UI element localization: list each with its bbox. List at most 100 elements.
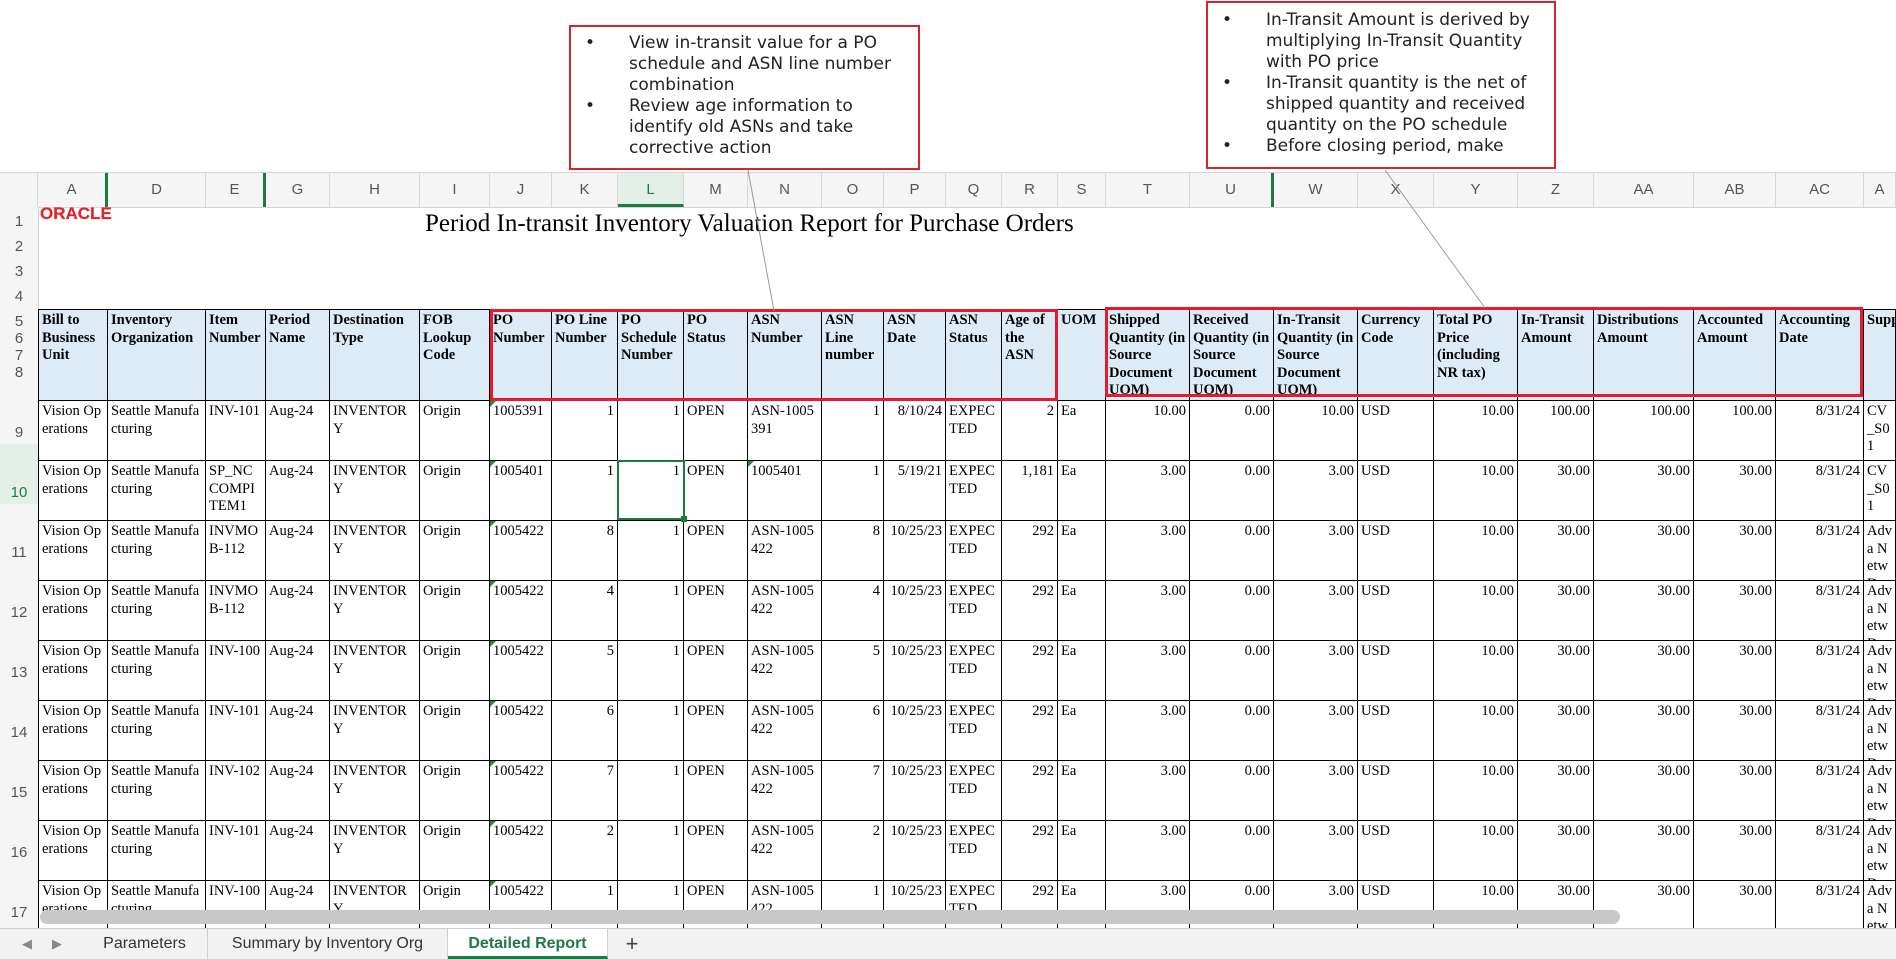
table-cell[interactable]: 3.00 bbox=[1106, 641, 1190, 701]
column-header[interactable]: AB bbox=[1694, 173, 1776, 207]
table-cell[interactable]: OPEN bbox=[684, 401, 748, 461]
table-cell[interactable]: ASN-1005422 bbox=[748, 581, 822, 641]
table-cell[interactable]: ASN-1005422 bbox=[748, 701, 822, 761]
table-cell[interactable]: EXPECTED bbox=[946, 521, 1002, 581]
table-cell[interactable]: 5 bbox=[822, 641, 884, 701]
table-header-cell[interactable]: FOB Lookup Code bbox=[420, 309, 490, 401]
table-cell[interactable]: USD bbox=[1358, 821, 1434, 881]
table-cell[interactable]: 3.00 bbox=[1106, 761, 1190, 821]
table-cell[interactable]: 30.00 bbox=[1594, 821, 1694, 881]
table-cell[interactable]: 6 bbox=[552, 701, 618, 761]
row-header[interactable]: 12 bbox=[0, 564, 38, 624]
table-cell[interactable]: Vision Operations bbox=[38, 641, 108, 701]
table-cell[interactable]: EXPECTED bbox=[946, 461, 1002, 521]
add-sheet-button[interactable]: + bbox=[612, 929, 652, 959]
table-cell[interactable]: 10.00 bbox=[1434, 461, 1518, 521]
table-cell[interactable]: 5/19/21 bbox=[884, 461, 946, 521]
table-cell[interactable]: 30.00 bbox=[1518, 821, 1594, 881]
table-cell[interactable]: 0.00 bbox=[1190, 581, 1274, 641]
table-cell[interactable]: 30.00 bbox=[1694, 701, 1776, 761]
table-cell[interactable]: Ea bbox=[1058, 761, 1106, 821]
table-cell[interactable]: 1005422 bbox=[490, 701, 552, 761]
table-cell[interactable]: ASN-1005422 bbox=[748, 821, 822, 881]
table-header-cell[interactable]: In-Transit Amount bbox=[1518, 309, 1594, 401]
table-cell[interactable]: Aug-24 bbox=[266, 701, 330, 761]
table-cell[interactable]: 10/25/23 bbox=[884, 581, 946, 641]
table-cell[interactable]: 2 bbox=[822, 821, 884, 881]
table-cell[interactable]: Seattle Manufacturing bbox=[108, 521, 206, 581]
table-cell[interactable]: 3.00 bbox=[1106, 461, 1190, 521]
table-header-cell[interactable]: PO Line Number bbox=[552, 309, 618, 401]
table-cell[interactable]: 100.00 bbox=[1594, 401, 1694, 461]
column-header[interactable]: X bbox=[1358, 173, 1434, 207]
table-cell[interactable]: 30.00 bbox=[1694, 461, 1776, 521]
table-cell[interactable]: Origin bbox=[420, 821, 490, 881]
table-cell[interactable]: INVMOB-112 bbox=[206, 581, 266, 641]
column-header[interactable]: N bbox=[748, 173, 822, 207]
table-cell[interactable]: ASN-1005422 bbox=[748, 761, 822, 821]
table-header-cell[interactable]: In-Transit Quantity (in Source Document … bbox=[1274, 309, 1358, 401]
table-cell[interactable]: Aug-24 bbox=[266, 461, 330, 521]
table-cell[interactable]: 3.00 bbox=[1274, 761, 1358, 821]
table-cell[interactable]: Seattle Manufacturing bbox=[108, 401, 206, 461]
table-cell[interactable]: 5 bbox=[552, 641, 618, 701]
tab-summary-by-inventory-org[interactable]: Summary by Inventory Org bbox=[208, 929, 448, 959]
select-all-corner[interactable] bbox=[0, 173, 38, 207]
table-header-cell[interactable]: ASN Status bbox=[946, 309, 1002, 401]
table-cell[interactable]: Aug-24 bbox=[266, 521, 330, 581]
table-cell[interactable]: EXPECTED bbox=[946, 701, 1002, 761]
column-header[interactable]: I bbox=[420, 173, 490, 207]
table-cell[interactable]: 3.00 bbox=[1274, 521, 1358, 581]
row-header[interactable]: 13 bbox=[0, 624, 38, 684]
table-cell[interactable]: Origin bbox=[420, 521, 490, 581]
table-cell[interactable]: OPEN bbox=[684, 761, 748, 821]
table-cell[interactable]: 7 bbox=[822, 761, 884, 821]
table-cell[interactable]: Seattle Manufacturing bbox=[108, 761, 206, 821]
table-cell[interactable]: ASN-1005391 bbox=[748, 401, 822, 461]
table-cell[interactable]: 7 bbox=[552, 761, 618, 821]
column-header[interactable]: A bbox=[1864, 173, 1896, 207]
column-header[interactable]: H bbox=[330, 173, 420, 207]
table-cell[interactable]: 3.00 bbox=[1106, 521, 1190, 581]
column-header[interactable]: T bbox=[1106, 173, 1190, 207]
table-cell[interactable]: 10.00 bbox=[1434, 821, 1518, 881]
table-header-cell[interactable]: Total PO Price (including NR tax) bbox=[1434, 309, 1518, 401]
table-cell[interactable]: Aug-24 bbox=[266, 581, 330, 641]
table-cell[interactable]: INVENTORY bbox=[330, 401, 420, 461]
table-cell[interactable]: 1005422 bbox=[490, 761, 552, 821]
table-header-cell[interactable]: Distributions Amount bbox=[1594, 309, 1694, 401]
table-cell[interactable]: 3.00 bbox=[1274, 641, 1358, 701]
table-cell[interactable]: 30.00 bbox=[1594, 581, 1694, 641]
table-cell[interactable]: 0.00 bbox=[1190, 761, 1274, 821]
table-cell[interactable]: Vision Operations bbox=[38, 821, 108, 881]
table-cell[interactable]: 292 bbox=[1002, 821, 1058, 881]
table-cell[interactable]: 10.00 bbox=[1434, 521, 1518, 581]
table-cell[interactable]: OPEN bbox=[684, 821, 748, 881]
table-cell[interactable]: 10.00 bbox=[1434, 581, 1518, 641]
table-cell[interactable]: Vision Operations bbox=[38, 761, 108, 821]
table-cell[interactable]: 6 bbox=[822, 701, 884, 761]
table-cell[interactable]: OPEN bbox=[684, 641, 748, 701]
table-cell[interactable]: 10/25/23 bbox=[884, 821, 946, 881]
table-cell[interactable]: 3.00 bbox=[1106, 581, 1190, 641]
table-cell[interactable]: 10.00 bbox=[1434, 761, 1518, 821]
table-header-cell[interactable]: ASN Date bbox=[884, 309, 946, 401]
table-cell[interactable]: 1005401 bbox=[748, 461, 822, 521]
table-cell[interactable]: Seattle Manufacturing bbox=[108, 461, 206, 521]
table-cell[interactable]: ASN-1005422 bbox=[748, 521, 822, 581]
table-cell[interactable]: Vision Operations bbox=[38, 521, 108, 581]
table-cell[interactable]: 1 bbox=[618, 521, 684, 581]
row-header[interactable]: 11 bbox=[0, 504, 38, 564]
column-header[interactable]: Q bbox=[946, 173, 1002, 207]
table-cell[interactable]: 0.00 bbox=[1190, 701, 1274, 761]
table-cell[interactable]: USD bbox=[1358, 581, 1434, 641]
table-cell[interactable]: 292 bbox=[1002, 641, 1058, 701]
table-cell[interactable]: 1 bbox=[552, 461, 618, 521]
table-cell[interactable]: 8/31/24 bbox=[1776, 521, 1864, 581]
table-cell[interactable]: 292 bbox=[1002, 521, 1058, 581]
table-cell[interactable]: INVENTORY bbox=[330, 701, 420, 761]
table-cell[interactable]: INV-101 bbox=[206, 401, 266, 461]
table-cell[interactable]: Adva Netw Devi bbox=[1864, 581, 1896, 641]
table-cell[interactable]: 30.00 bbox=[1518, 521, 1594, 581]
column-header[interactable]: D bbox=[108, 173, 206, 207]
